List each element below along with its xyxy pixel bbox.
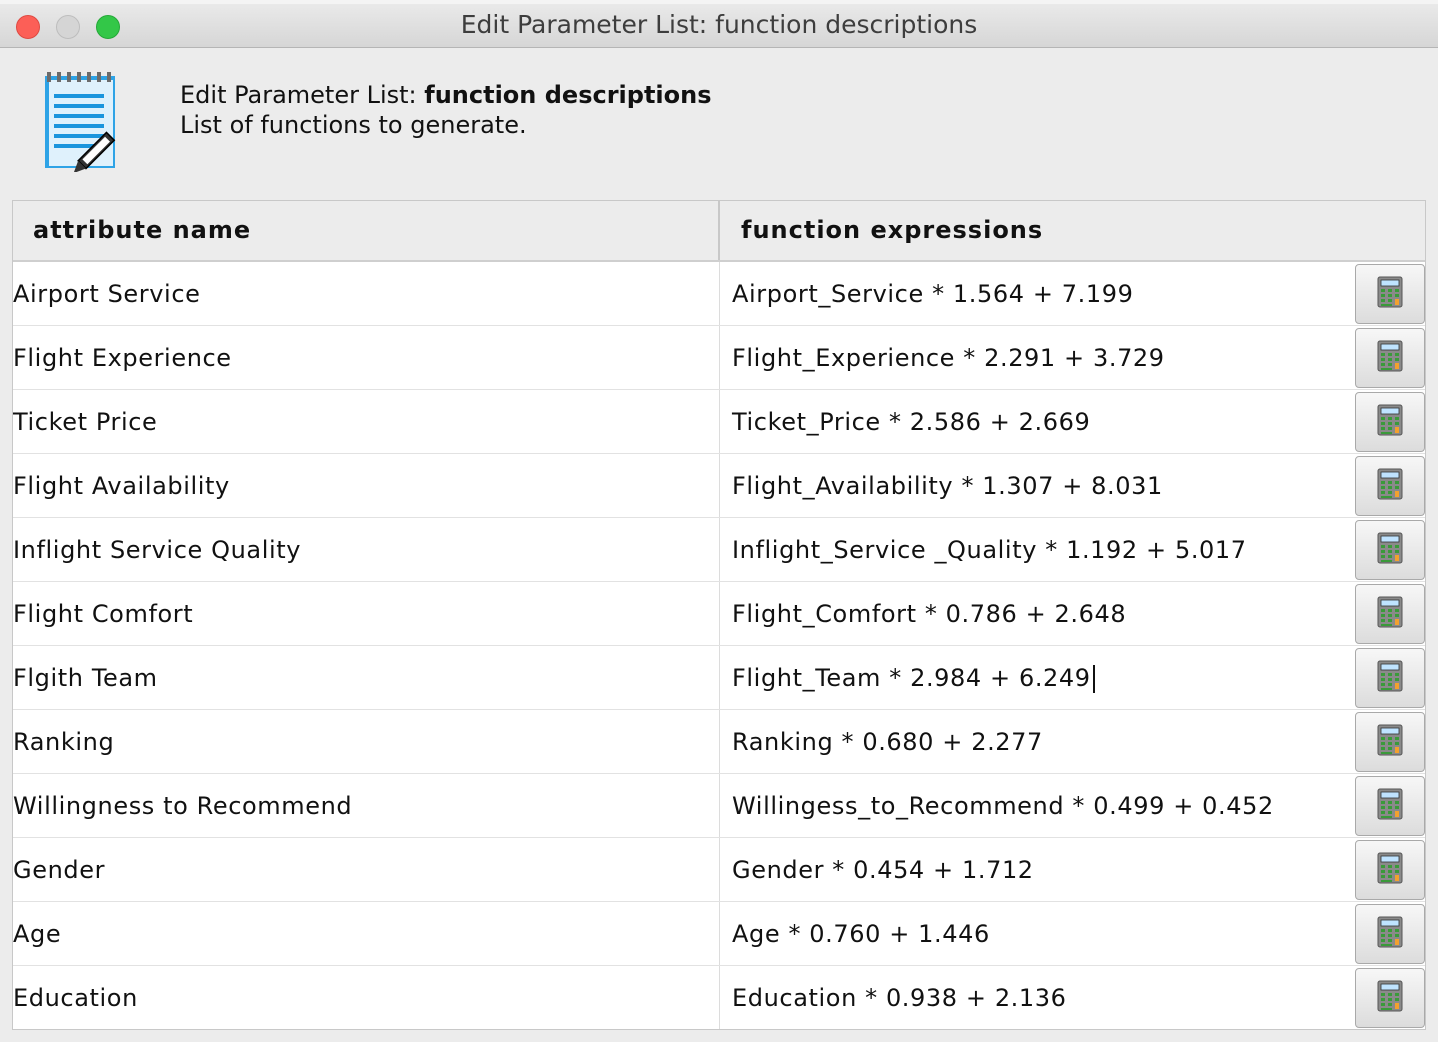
dialog-header: Edit Parameter List: function descriptio… — [180, 80, 712, 140]
table-row[interactable]: Flgith Team Flight_Team * 2.984 + 6.249 — [13, 646, 1425, 710]
function-expression-cell[interactable]: Ranking * 0.680 + 2.277 — [719, 710, 1353, 773]
function-expression-text: Gender * 0.454 + 1.712 — [732, 856, 1034, 884]
function-expression-text: Flight_Comfort * 0.786 + 2.648 — [732, 600, 1127, 628]
column-header-function-expressions[interactable]: function expressions — [741, 201, 1043, 260]
function-expression-cell[interactable]: Gender * 0.454 + 1.712 — [719, 838, 1353, 901]
table-row[interactable]: Airport Service Airport_Service * 1.564 +… — [13, 262, 1425, 326]
calculator-icon — [1377, 724, 1403, 760]
table-row[interactable]: Gender Gender * 0.454 + 1.712 — [13, 838, 1425, 902]
function-expression-text: Inflight_Service _Quality * 1.192 + 5.01… — [732, 536, 1247, 564]
attribute-name-cell[interactable]: Flight Comfort — [13, 582, 718, 645]
calculator-icon — [1377, 852, 1403, 888]
attribute-name-cell[interactable]: Gender — [13, 838, 718, 901]
expression-calculator-button[interactable] — [1355, 648, 1425, 708]
table-row[interactable]: Willingness to Recommend Willingess_to_Re… — [13, 774, 1425, 838]
function-expression-text: Airport_Service * 1.564 + 7.199 — [732, 280, 1134, 308]
expression-calculator-button[interactable] — [1355, 392, 1425, 452]
function-expression-text: Flight_Experience * 2.291 + 3.729 — [732, 344, 1165, 372]
window-titlebar: Edit Parameter List: function descriptio… — [0, 0, 1438, 48]
parameter-table: attribute name function expressions Airp… — [12, 200, 1426, 1030]
window-title: Edit Parameter List: function descriptio… — [460, 10, 978, 39]
expression-calculator-button[interactable] — [1355, 840, 1425, 900]
calculator-icon — [1377, 660, 1403, 696]
expression-calculator-button[interactable] — [1355, 584, 1425, 644]
notepad-pencil-icon — [40, 68, 134, 174]
calculator-icon — [1377, 788, 1403, 824]
attribute-name-cell[interactable]: Education — [13, 966, 718, 1029]
text-cursor — [1092, 665, 1095, 693]
function-expression-text: Age * 0.760 + 1.446 — [732, 920, 990, 948]
function-expression-text: Flight_Team * 2.984 + 6.249 — [732, 664, 1091, 692]
function-expression-text: Willingess_to_Recommend * 0.499 + 0.452 — [732, 792, 1274, 820]
function-expression-cell[interactable]: Education * 0.938 + 2.136 — [719, 966, 1353, 1029]
heading-parameter-name: function descriptions — [424, 81, 712, 109]
expression-calculator-button[interactable] — [1355, 264, 1425, 324]
function-expression-cell[interactable]: Inflight_Service _Quality * 1.192 + 5.01… — [719, 518, 1353, 581]
attribute-name-cell[interactable]: Ticket Price — [13, 390, 718, 453]
attribute-name-cell[interactable]: Ranking — [13, 710, 718, 773]
attribute-name-cell[interactable]: Age — [13, 902, 718, 965]
expression-calculator-button[interactable] — [1355, 712, 1425, 772]
attribute-name-cell[interactable]: Flight Experience — [13, 326, 718, 389]
table-row[interactable]: Ranking Ranking * 0.680 + 2.277 — [13, 710, 1425, 774]
function-expression-text: Ticket_Price * 2.586 + 2.669 — [732, 408, 1091, 436]
function-expression-text: Education * 0.938 + 2.136 — [732, 984, 1067, 1012]
expression-calculator-button[interactable] — [1355, 968, 1425, 1028]
expression-calculator-button[interactable] — [1355, 328, 1425, 388]
function-expression-text: Flight_Availability * 1.307 + 8.031 — [732, 472, 1163, 500]
calculator-icon — [1377, 532, 1403, 568]
calculator-icon — [1377, 596, 1403, 632]
calculator-icon — [1377, 916, 1403, 952]
function-expression-cell[interactable]: Flight_Comfort * 0.786 + 2.648 — [719, 582, 1353, 645]
calculator-icon — [1377, 468, 1403, 504]
function-expression-cell[interactable]: Willingess_to_Recommend * 0.499 + 0.452 — [719, 774, 1353, 837]
table-row[interactable]: Age Age * 0.760 + 1.446 — [13, 902, 1425, 966]
function-expression-cell[interactable]: Age * 0.760 + 1.446 — [719, 902, 1353, 965]
function-expression-cell[interactable]: Flight_Availability * 1.307 + 8.031 — [719, 454, 1353, 517]
dialog-description: List of functions to generate. — [180, 111, 527, 139]
expression-calculator-button[interactable] — [1355, 904, 1425, 964]
heading-prefix: Edit Parameter List: — [180, 81, 425, 109]
column-divider[interactable] — [718, 201, 720, 260]
table-row[interactable]: Flight Experience Flight_Experience * 2.2… — [13, 326, 1425, 390]
function-expression-text: Ranking * 0.680 + 2.277 — [732, 728, 1043, 756]
attribute-name-cell[interactable]: Inflight Service Quality — [13, 518, 718, 581]
function-expression-cell[interactable]: Flight_Team * 2.984 + 6.249 — [719, 646, 1353, 709]
function-expression-cell[interactable]: Flight_Experience * 2.291 + 3.729 — [719, 326, 1353, 389]
calculator-icon — [1377, 276, 1403, 312]
dialog-heading: Edit Parameter List: function descriptio… — [180, 80, 712, 110]
function-expression-cell[interactable]: Airport_Service * 1.564 + 7.199 — [719, 262, 1353, 325]
function-expression-cell[interactable]: Ticket_Price * 2.586 + 2.669 — [719, 390, 1353, 453]
table-body: Airport Service Airport_Service * 1.564 +… — [13, 262, 1425, 1029]
calculator-icon — [1377, 404, 1403, 440]
table-row[interactable]: Flight Comfort Flight_Comfort * 0.786 + 2… — [13, 582, 1425, 646]
attribute-name-cell[interactable]: Flgith Team — [13, 646, 718, 709]
attribute-name-cell[interactable]: Airport Service — [13, 262, 718, 325]
table-row[interactable]: Flight Availability Flight_Availability *… — [13, 454, 1425, 518]
table-header: attribute name function expressions — [13, 201, 1425, 262]
column-header-attribute-name[interactable]: attribute name — [33, 201, 251, 260]
table-row[interactable]: Inflight Service Quality Inflight_Service… — [13, 518, 1425, 582]
expression-calculator-button[interactable] — [1355, 776, 1425, 836]
attribute-name-cell[interactable]: Flight Availability — [13, 454, 718, 517]
calculator-icon — [1377, 340, 1403, 376]
expression-calculator-button[interactable] — [1355, 456, 1425, 516]
table-row[interactable]: Ticket Price Ticket_Price * 2.586 + 2.669 — [13, 390, 1425, 454]
expression-calculator-button[interactable] — [1355, 520, 1425, 580]
table-row[interactable]: Education Education * 0.938 + 2.136 — [13, 966, 1425, 1029]
attribute-name-cell[interactable]: Willingness to Recommend — [13, 774, 718, 837]
background-window-sliver — [0, 0, 1438, 4]
calculator-icon — [1377, 980, 1403, 1016]
